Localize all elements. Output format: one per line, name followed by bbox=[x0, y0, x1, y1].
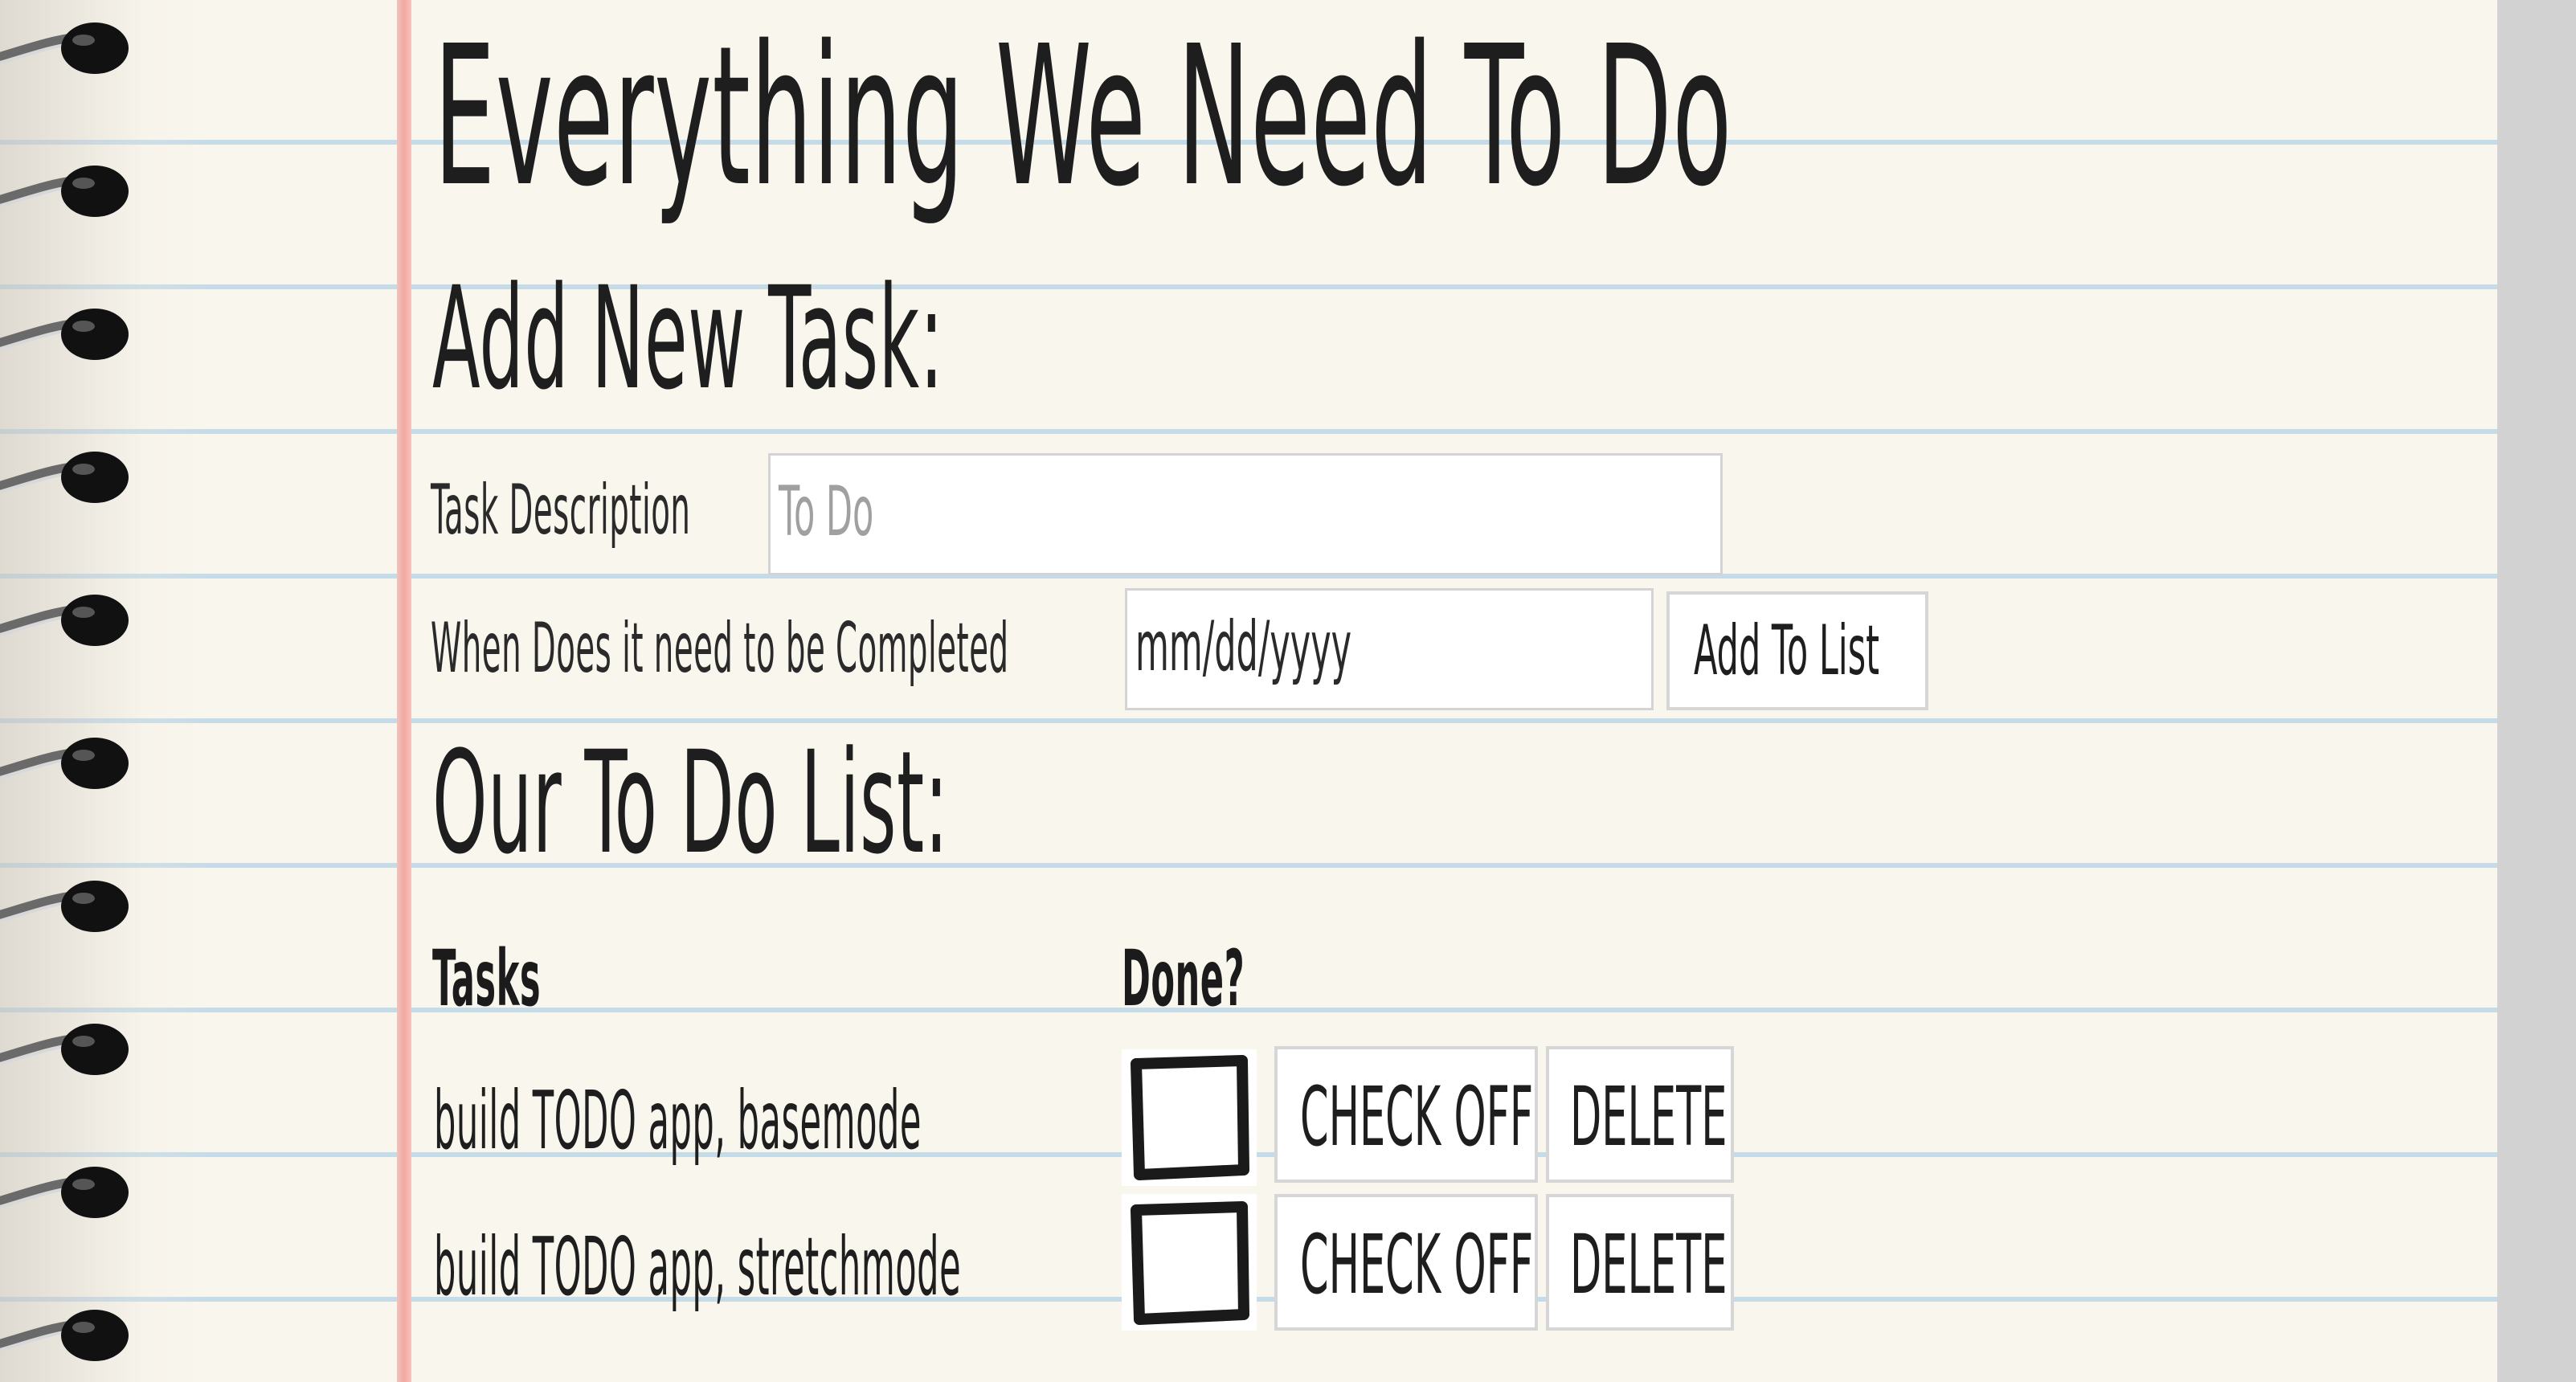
spiral-ring-icon bbox=[0, 302, 133, 371]
spiral-ring-icon bbox=[0, 874, 133, 943]
spiral-ring-icon bbox=[0, 588, 133, 657]
check-off-button-label: CHECK OFF bbox=[1300, 1069, 1534, 1165]
add-task-heading: Add New Task: bbox=[432, 256, 944, 421]
delete-button-label: DELETE bbox=[1570, 1217, 1728, 1313]
task-name: build TODO app, stretchmode bbox=[434, 1220, 962, 1314]
checkbox-icon bbox=[1131, 1055, 1249, 1180]
done-checkbox[interactable] bbox=[1122, 1049, 1257, 1186]
todo-list-heading: Our To Do List: bbox=[432, 721, 949, 885]
add-to-list-button-label: Add To List bbox=[1694, 611, 1880, 691]
delete-button[interactable]: DELETE bbox=[1546, 1194, 1734, 1331]
spiral-ring-icon bbox=[0, 1017, 133, 1086]
check-off-button[interactable]: CHECK OFF bbox=[1274, 1194, 1538, 1331]
task-name: build TODO app, basemode bbox=[434, 1073, 922, 1167]
scrollbar[interactable] bbox=[2497, 0, 2576, 1382]
column-header-done: Done? bbox=[1122, 934, 1245, 1024]
spiral-ring-icon bbox=[0, 159, 133, 228]
due-date-input[interactable]: mm/dd/yyyy bbox=[1125, 588, 1654, 710]
task-description-label: Task Description bbox=[431, 470, 691, 550]
due-date-label: When Does it need to be Completed bbox=[431, 608, 1009, 689]
add-to-list-button[interactable]: Add To List bbox=[1666, 591, 1928, 710]
spiral-ring-icon bbox=[0, 16, 133, 85]
check-off-button-label: CHECK OFF bbox=[1300, 1217, 1534, 1313]
delete-button[interactable]: DELETE bbox=[1546, 1046, 1734, 1183]
task-description-placeholder: To Do bbox=[779, 472, 874, 552]
check-off-button[interactable]: CHECK OFF bbox=[1274, 1046, 1538, 1183]
checkbox-icon bbox=[1131, 1201, 1249, 1325]
page-title: Everything We Need To Do bbox=[434, 4, 1732, 229]
delete-button-label: DELETE bbox=[1570, 1069, 1728, 1165]
column-header-tasks: Tasks bbox=[432, 934, 542, 1024]
due-date-placeholder: mm/dd/yyyy bbox=[1135, 607, 1352, 687]
spiral-ring-icon bbox=[0, 731, 133, 800]
spiral-ring-icon bbox=[0, 1160, 133, 1229]
spiral-ring-icon bbox=[0, 1303, 133, 1372]
task-description-input[interactable]: To Do bbox=[768, 453, 1723, 575]
spiral-ring-icon bbox=[0, 445, 133, 514]
notebook-margin-line bbox=[397, 0, 411, 1382]
done-checkbox[interactable] bbox=[1122, 1194, 1257, 1331]
